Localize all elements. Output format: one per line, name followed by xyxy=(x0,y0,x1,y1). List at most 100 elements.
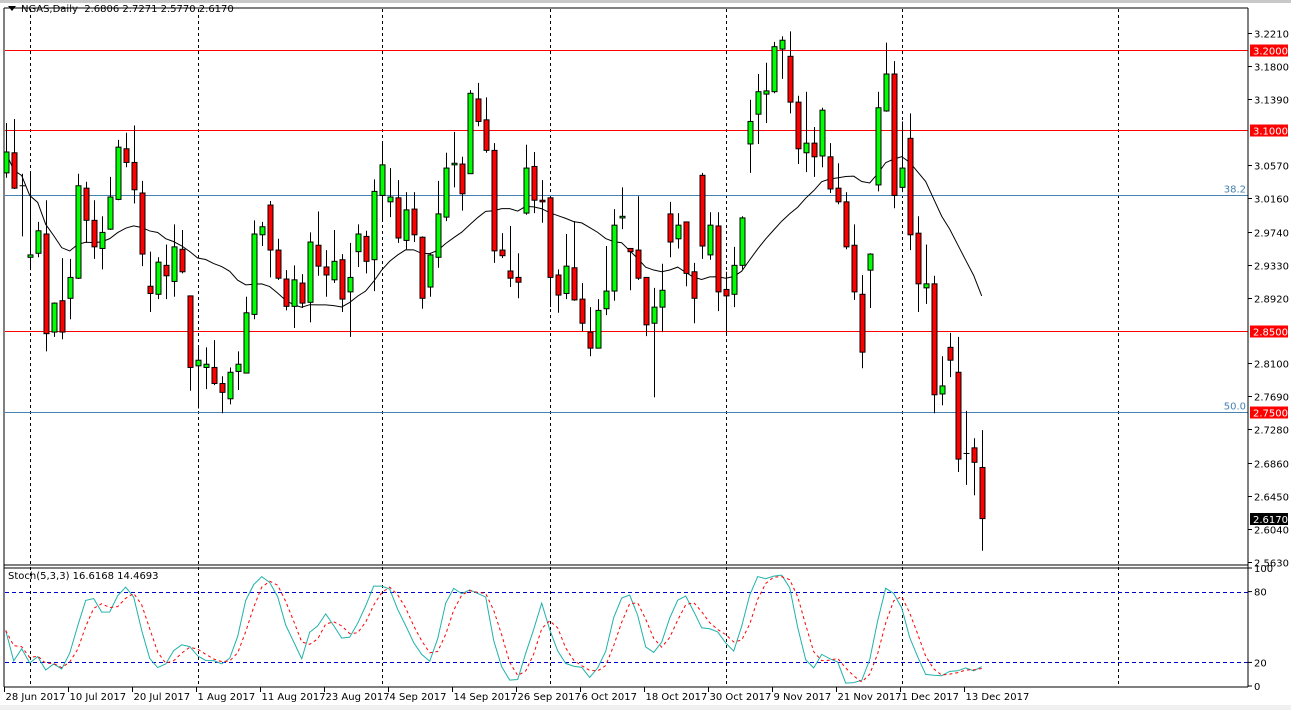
price-tick-label: 2.7280 xyxy=(1254,426,1289,437)
stoch-tick-label: 80 xyxy=(1254,588,1267,599)
date-label: 11 Aug 2017 xyxy=(262,692,326,703)
candle-body-bear xyxy=(947,346,954,361)
candle-body-bear xyxy=(907,137,914,236)
price-tick-label: 3.0160 xyxy=(1254,195,1289,206)
candle-body-bull xyxy=(899,167,906,188)
price-tick-label: 3.2210 xyxy=(1254,30,1289,41)
candle-body-bull xyxy=(923,283,930,289)
candle-body-bear xyxy=(723,288,730,297)
candle-body-bull xyxy=(347,276,354,293)
candle-body-bear xyxy=(795,101,802,150)
candle-body-bull xyxy=(75,185,82,279)
chart-window: 38.2 50.0 3.2210 3.1800 3.1390 3.0570 3.0160 2… xyxy=(0,0,1291,710)
candle-body-bull xyxy=(867,253,874,271)
candle-body-bull xyxy=(883,73,890,112)
candle-body-bear xyxy=(699,174,706,247)
candle-body-bear xyxy=(475,98,482,122)
candle-body-bear xyxy=(91,219,98,248)
candle-body-bear xyxy=(691,271,698,299)
fib-ratio-label: 50.0 xyxy=(1224,402,1246,413)
candle-body-bull xyxy=(595,309,602,349)
candle-body-bear xyxy=(811,142,818,158)
candle-body-bear xyxy=(163,264,170,277)
candle-body-bull xyxy=(331,260,338,281)
candle[interactable] xyxy=(931,275,938,414)
candle-body-bull xyxy=(803,142,810,154)
candle[interactable] xyxy=(771,41,778,94)
candle-body-bear xyxy=(187,295,194,368)
ohlc-readout: 2.6806 2.7271 2.5770 2.6170 xyxy=(84,4,234,15)
candle-body-bull xyxy=(171,246,178,282)
candle[interactable] xyxy=(891,61,898,209)
candle[interactable] xyxy=(251,220,258,320)
candle[interactable] xyxy=(51,302,58,337)
date-label: 23 Aug 2017 xyxy=(326,692,390,703)
candle-body-bull xyxy=(51,302,58,333)
candle-body-bear xyxy=(283,278,290,307)
candle[interactable] xyxy=(419,236,426,309)
stochastic-label: Stoch(5,3,3) 16.6168 14.4693 xyxy=(8,571,159,582)
date-label: 30 Oct 2017 xyxy=(710,692,772,703)
candle-body-bear xyxy=(835,187,842,203)
candle[interactable] xyxy=(491,143,498,263)
candle-body-bull xyxy=(451,162,458,166)
candle-body-bull xyxy=(235,363,242,372)
date-label: 28 Jun 2017 xyxy=(6,692,66,703)
stoch-tick-label: 100 xyxy=(1254,564,1273,575)
date-label: 13 Dec 2017 xyxy=(966,692,1030,703)
last-price-label: 2.6170 xyxy=(1253,515,1288,526)
candle-body-bear xyxy=(59,300,66,333)
candle-body-bull xyxy=(675,224,682,240)
candle[interactable] xyxy=(139,180,146,267)
candle-body-bull xyxy=(755,91,762,115)
price-tick-label: 2.6860 xyxy=(1254,460,1289,471)
candle-body-bull xyxy=(563,265,570,294)
candle-body-bear xyxy=(627,247,634,253)
candle-body-bull xyxy=(379,164,386,196)
date-label: 1 Dec 2017 xyxy=(902,692,960,703)
candle-body-bear xyxy=(499,249,506,257)
candle-body-bear xyxy=(323,266,330,276)
candle-body-bull xyxy=(203,363,210,368)
candle-body-bear xyxy=(587,331,594,349)
candle[interactable] xyxy=(115,139,122,201)
candle-body-bull xyxy=(67,276,74,299)
candle-body-bear xyxy=(931,283,938,396)
date-label: 1 Aug 2017 xyxy=(198,692,256,703)
candle-body-bull xyxy=(107,196,114,230)
candle-body-bear xyxy=(363,235,370,262)
chart-header: NGAS,Daily 2.6806 2.7271 2.5770 2.6170 xyxy=(8,4,234,15)
candle[interactable] xyxy=(467,90,474,175)
candle[interactable] xyxy=(227,367,234,405)
candle-body-bear xyxy=(643,276,650,326)
date-label: 10 Jul 2017 xyxy=(70,692,127,703)
date-label: 14 Sep 2017 xyxy=(454,692,517,703)
candle-body-bull xyxy=(355,233,362,253)
candle-body-bear xyxy=(843,201,850,248)
dropdown-triangle-icon[interactable] xyxy=(8,6,16,11)
candle-body-bear xyxy=(579,298,586,324)
date-label: 6 Oct 2017 xyxy=(582,692,637,703)
candle-body-bear xyxy=(131,161,138,191)
candle-body-bull xyxy=(195,359,202,367)
candle-body-bull xyxy=(739,217,746,266)
candle[interactable] xyxy=(155,257,162,300)
candle-body-bear xyxy=(83,187,90,221)
price-tick-label: 2.6040 xyxy=(1254,526,1289,537)
candle-body-bear xyxy=(147,285,154,294)
candle-body-bull xyxy=(387,196,394,203)
candle-body-bull xyxy=(403,209,410,241)
candle[interactable] xyxy=(739,216,746,270)
candle[interactable] xyxy=(75,173,82,280)
candle-body-bear xyxy=(683,221,690,274)
candle-body-bull xyxy=(27,254,34,258)
symbol-timeframe: NGAS,Daily xyxy=(21,4,78,15)
candle-body-bear xyxy=(395,197,402,239)
candle-body-bear xyxy=(179,248,186,273)
candle[interactable] xyxy=(699,172,706,259)
candle-body-bull xyxy=(427,254,434,288)
candle-body-bear xyxy=(891,73,898,196)
price-tick-label: 3.0570 xyxy=(1254,162,1289,173)
candle-body-bull xyxy=(819,109,826,157)
candle-body-bear xyxy=(123,148,130,163)
